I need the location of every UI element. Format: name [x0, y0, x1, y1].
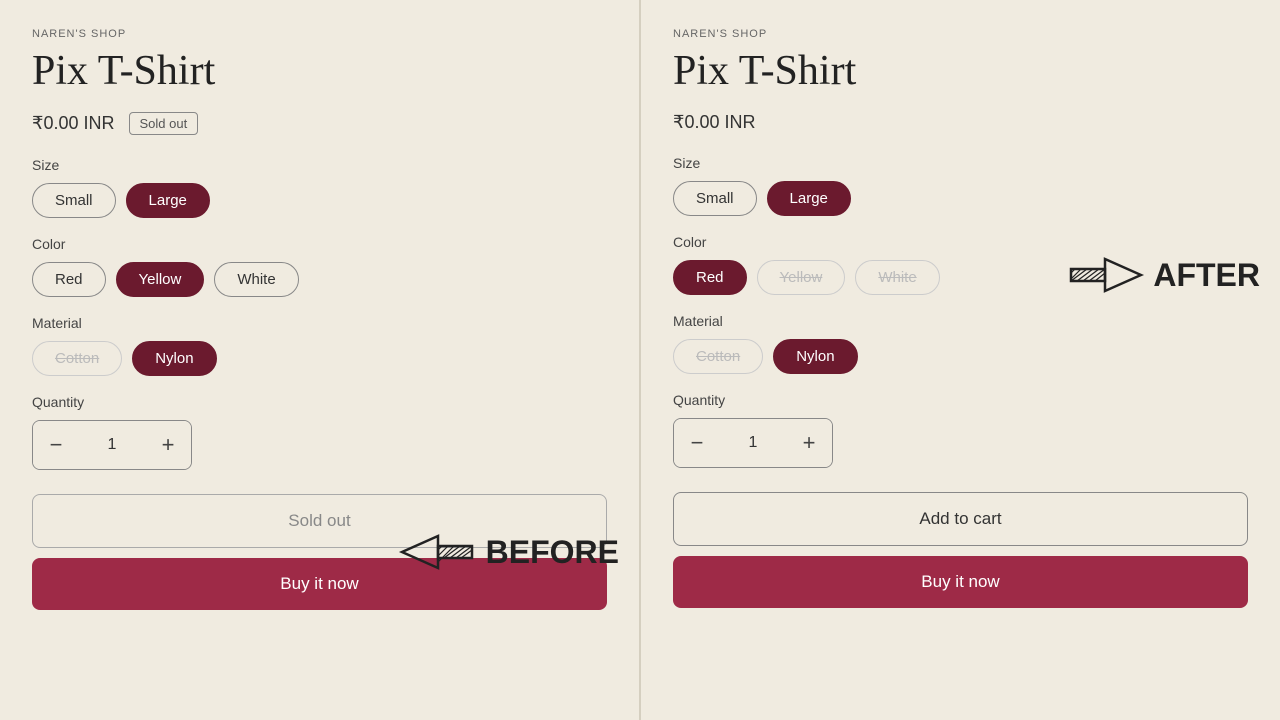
before-quantity-label: Quantity — [32, 394, 607, 410]
before-price: ₹0.00 INR — [32, 113, 115, 134]
after-size-large[interactable]: Large — [767, 181, 851, 216]
before-color-options: Red Yellow White — [32, 262, 607, 297]
after-add-to-cart-button[interactable]: Add to cart — [673, 492, 1248, 546]
after-quantity-control: − 1 + — [673, 418, 833, 468]
before-quantity-value: 1 — [79, 436, 145, 454]
before-size-large[interactable]: Large — [126, 183, 210, 218]
after-material-cotton: Cotton — [673, 339, 763, 374]
before-annotation: BEFORE — [398, 532, 619, 572]
after-quantity-label: Quantity — [673, 392, 1248, 408]
before-product-title: Pix T-Shirt — [32, 48, 607, 94]
before-quantity-decrease[interactable]: − — [33, 421, 79, 469]
after-material-label: Material — [673, 313, 1248, 329]
after-size-options: Small Large — [673, 181, 1248, 216]
after-price: ₹0.00 INR — [673, 112, 756, 133]
before-annotation-text: BEFORE — [486, 534, 619, 571]
before-material-cotton: Cotton — [32, 341, 122, 376]
before-arrow-icon — [398, 532, 478, 572]
after-color-red[interactable]: Red — [673, 260, 747, 295]
after-shop-name: NAREN'S SHOP — [673, 28, 1248, 40]
before-color-red[interactable]: Red — [32, 262, 106, 297]
before-material-label: Material — [32, 315, 607, 331]
after-material-options: Cotton Nylon — [673, 339, 1248, 374]
before-shop-name: NAREN'S SHOP — [32, 28, 607, 40]
before-size-options: Small Large — [32, 183, 607, 218]
before-size-small[interactable]: Small — [32, 183, 116, 218]
before-quantity-control: − 1 + — [32, 420, 192, 470]
before-material-options: Cotton Nylon — [32, 341, 607, 376]
before-sold-out-badge: Sold out — [129, 112, 199, 135]
after-color-white: White — [855, 260, 939, 295]
before-panel: NAREN'S SHOP Pix T-Shirt ₹0.00 INR Sold … — [0, 0, 639, 720]
after-annotation-text: AFTER — [1153, 257, 1260, 294]
after-quantity-decrease[interactable]: − — [674, 419, 720, 467]
after-panel: NAREN'S SHOP Pix T-Shirt ₹0.00 INR Size … — [641, 0, 1280, 720]
after-size-label: Size — [673, 155, 1248, 171]
after-quantity-value: 1 — [720, 434, 786, 452]
after-color-label: Color — [673, 234, 1248, 250]
after-buy-now-button[interactable]: Buy it now — [673, 556, 1248, 608]
before-color-white[interactable]: White — [214, 262, 298, 297]
after-arrow-icon — [1065, 255, 1145, 295]
after-material-nylon[interactable]: Nylon — [773, 339, 857, 374]
after-quantity-increase[interactable]: + — [786, 419, 832, 467]
before-color-yellow[interactable]: Yellow — [116, 262, 205, 297]
before-size-label: Size — [32, 157, 607, 173]
before-quantity-increase[interactable]: + — [145, 421, 191, 469]
after-size-small[interactable]: Small — [673, 181, 757, 216]
before-material-nylon[interactable]: Nylon — [132, 341, 216, 376]
after-product-title: Pix T-Shirt — [673, 48, 1248, 94]
before-color-label: Color — [32, 236, 607, 252]
after-annotation: AFTER — [1065, 255, 1260, 295]
after-color-yellow: Yellow — [757, 260, 846, 295]
